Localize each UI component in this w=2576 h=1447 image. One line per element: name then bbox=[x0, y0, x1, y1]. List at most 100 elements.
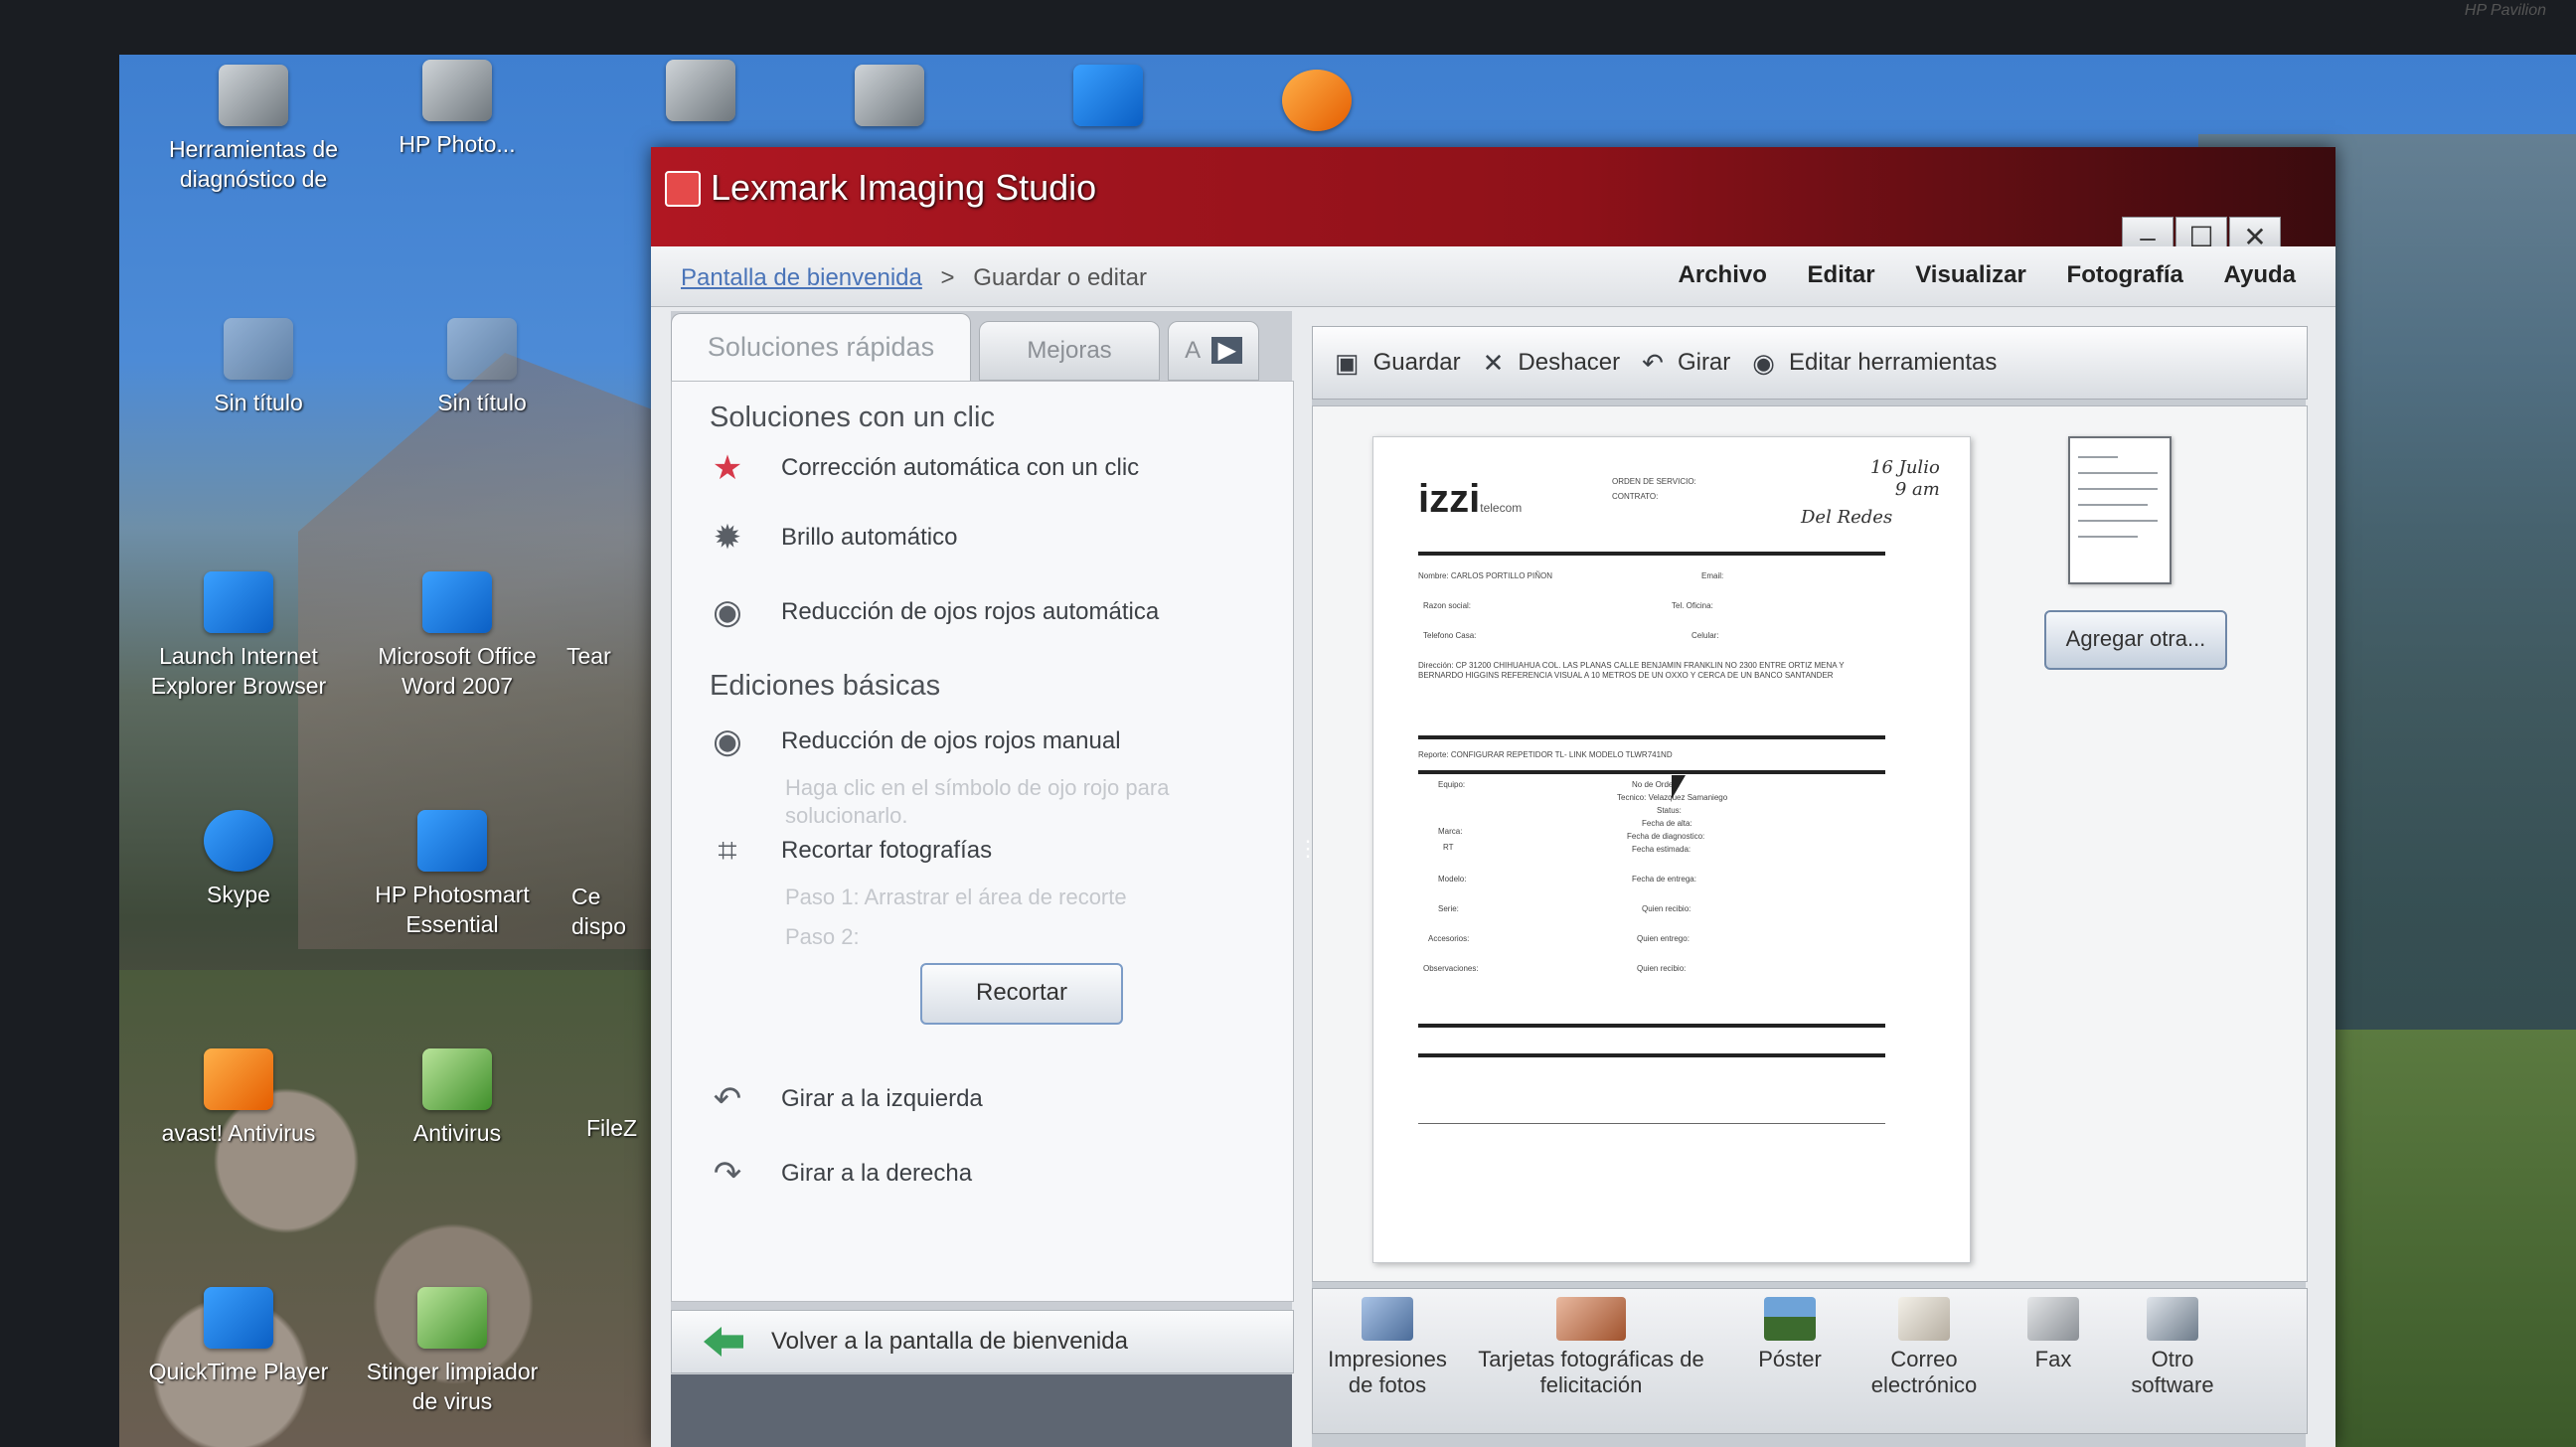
desktop-icon-4[interactable] bbox=[795, 65, 984, 134]
left-panel-footer bbox=[671, 1374, 1292, 1447]
doc-fecha-alta: Fecha de alta: bbox=[1642, 819, 1692, 828]
output-other-software[interactable]: Otro software bbox=[2108, 1297, 2237, 1398]
tab-soluciones-rapidas[interactable]: Soluciones rápidas bbox=[671, 313, 971, 384]
crop-item[interactable]: ⌗ Recortar fotografías bbox=[708, 829, 992, 873]
scanned-document: izzitelecom 16 Julio 9 am Del Redes ORDE… bbox=[1372, 436, 1971, 1263]
doc-rule bbox=[1418, 1053, 1885, 1057]
doc-rule bbox=[1418, 735, 1885, 739]
desktop-icon-herramientas[interactable]: Herramientas de diagnóstico de bbox=[159, 65, 348, 194]
doc-serie: Serie: bbox=[1438, 904, 1459, 913]
handwritten-note: Del Redes bbox=[1801, 507, 1893, 528]
doc-rule bbox=[1418, 1024, 1885, 1028]
desktop-icon-filez[interactable]: FileZ bbox=[586, 1113, 656, 1143]
panel-splitter-handle[interactable]: ⋮ bbox=[1297, 838, 1319, 883]
desktop-icon-ie[interactable]: Launch Internet Explorer Browser bbox=[144, 571, 333, 701]
avast-icon bbox=[204, 1048, 273, 1110]
back-to-welcome-button[interactable]: Volver a la pantalla de bienvenida bbox=[671, 1310, 1294, 1373]
manual-redeye-item[interactable]: ◉ Reducción de ojos rojos manual bbox=[708, 720, 1121, 763]
menu-ayuda[interactable]: Ayuda bbox=[2224, 261, 2296, 288]
tab-strip: Soluciones rápidas Mejoras A ▶ bbox=[671, 311, 1292, 384]
desktop-icon-hp-photo[interactable]: HP Photo... bbox=[363, 60, 552, 159]
quicktime-icon bbox=[204, 1287, 273, 1349]
tab-scroll-arrow-icon[interactable]: ▶ bbox=[1211, 337, 1242, 364]
app-icon bbox=[219, 65, 288, 126]
doc-report: Reporte: CONFIGURAR REPETIDOR TL- LINK M… bbox=[1418, 750, 1673, 759]
desktop-icon-word[interactable]: Microsoft Office Word 2007 bbox=[363, 571, 552, 701]
hp-photosmart-icon bbox=[417, 810, 487, 872]
rotate-left-icon: ↶ bbox=[713, 1080, 742, 1118]
desktop-icon-tear[interactable]: Tear bbox=[566, 641, 626, 671]
eye-icon: ◉ bbox=[1752, 347, 1775, 378]
add-another-button[interactable]: Agregar otra... bbox=[2044, 610, 2227, 670]
undo-button[interactable]: ✕ Deshacer bbox=[1483, 348, 1621, 379]
undo-label: Deshacer bbox=[1518, 349, 1621, 376]
auto-fix-item[interactable]: ★ Corrección automática con un clic bbox=[708, 446, 1139, 490]
manual-redeye-label: Reducción de ojos rojos manual bbox=[781, 727, 1121, 754]
lexmark-app-icon bbox=[665, 171, 701, 207]
desktop-icon-sin-titulo[interactable]: Sin título bbox=[164, 318, 353, 417]
output-photo-prints[interactable]: Impresiones de fotos bbox=[1323, 1297, 1452, 1398]
output-fax[interactable]: Fax bbox=[2009, 1297, 2098, 1372]
desktop-icon-quicktime[interactable]: QuickTime Player bbox=[144, 1287, 333, 1386]
tab-mejoras[interactable]: Mejoras bbox=[979, 321, 1160, 381]
editor-toolbar: ▣ Guardar ✕ Deshacer ↶ Girar ◉ Editar he… bbox=[1312, 326, 2308, 400]
menu-fotografia[interactable]: Fotografía bbox=[2067, 261, 2183, 288]
doc-tel-office: Tel. Oficina: bbox=[1672, 601, 1713, 610]
menu-archivo[interactable]: Archivo bbox=[1679, 261, 1767, 288]
crop-label: Recortar fotografías bbox=[781, 837, 993, 864]
save-button[interactable]: ▣ Guardar bbox=[1335, 348, 1461, 379]
auto-redeye-item[interactable]: ◉ Reducción de ojos rojos automática bbox=[708, 590, 1159, 634]
output-greeting-cards[interactable]: Tarjetas fotográficas de felicitación bbox=[1462, 1297, 1720, 1398]
desktop-icon-3[interactable] bbox=[606, 60, 795, 129]
output-options-bar: Impresiones de fotos Tarjetas fotográfic… bbox=[1312, 1288, 2308, 1434]
page-thumbnail[interactable] bbox=[2068, 436, 2172, 584]
rotate-button[interactable]: ↶ Girar bbox=[1642, 348, 1730, 379]
app-icon bbox=[855, 65, 924, 126]
menu-editar[interactable]: Editar bbox=[1808, 261, 1875, 288]
desktop-icon-chrome[interactable] bbox=[1222, 70, 1411, 139]
edit-tools-label: Editar herramientas bbox=[1788, 349, 1998, 376]
image-canvas[interactable]: izzitelecom 16 Julio 9 am Del Redes ORDE… bbox=[1312, 405, 2308, 1282]
auto-brightness-item[interactable]: ✹ Brillo automático bbox=[708, 516, 958, 560]
section-basic-edits: Ediciones básicas bbox=[710, 670, 941, 702]
desktop-icon-avast[interactable]: avast! Antivirus bbox=[144, 1048, 333, 1148]
tab-third[interactable]: A ▶ bbox=[1168, 321, 1259, 381]
rotate-right-item[interactable]: ↷ Girar a la derecha bbox=[708, 1152, 972, 1196]
doc-rule bbox=[1418, 552, 1885, 556]
breadcrumb-home-link[interactable]: Pantalla de bienvenida bbox=[681, 264, 922, 291]
desktop-icon-5[interactable] bbox=[1014, 65, 1203, 134]
word-icon bbox=[422, 571, 492, 633]
output-email[interactable]: Correo electrónico bbox=[1854, 1297, 1994, 1398]
app-icon bbox=[666, 60, 735, 121]
internet-explorer-icon bbox=[204, 571, 273, 633]
crop-step2-hint: Paso 2: bbox=[785, 924, 860, 949]
thumb-line bbox=[2078, 504, 2148, 506]
doc-name: Nombre: CARLOS PORTILLO PIÑON bbox=[1418, 571, 1552, 580]
thumbnail-strip: Agregar otra... bbox=[2028, 426, 2287, 1281]
window-title: Lexmark Imaging Studio bbox=[711, 167, 1097, 208]
rotate-left-item[interactable]: ↶ Girar a la izquierda bbox=[708, 1077, 983, 1121]
doc-marca: Marca: bbox=[1438, 827, 1463, 836]
order-label: ORDEN DE SERVICIO: bbox=[1612, 477, 1696, 486]
desktop-icon-sin-titulo-2[interactable]: Sin título bbox=[388, 318, 576, 417]
crop-step1-hint: Paso 1: Arrastrar el área de recorte bbox=[785, 884, 1127, 909]
stinger-icon bbox=[417, 1287, 487, 1349]
back-to-welcome-label: Volver a la pantalla de bienvenida bbox=[771, 1328, 1128, 1355]
menu-visualizar[interactable]: Visualizar bbox=[1915, 261, 2026, 288]
doc-quien-recibio: Quien recibio: bbox=[1642, 904, 1691, 913]
desktop-icon-ce[interactable]: Ce dispo bbox=[571, 882, 651, 941]
breadcrumb-bar: Pantalla de bienvenida > Guardar o edita… bbox=[651, 246, 2335, 307]
edit-tools-button[interactable]: ◉ Editar herramientas bbox=[1752, 348, 1997, 379]
doc-address: Dirección: CP 31200 CHIHUAHUA COL. LAS P… bbox=[1418, 661, 1845, 680]
app-icon bbox=[447, 318, 517, 380]
desktop-icon-hp-photosmart[interactable]: HP Photosmart Essential bbox=[358, 810, 547, 939]
title-bar[interactable]: Lexmark Imaging Studio – ☐ ✕ bbox=[651, 147, 2335, 260]
thumb-line bbox=[2078, 536, 2138, 538]
desktop-icon-antivirus[interactable]: Antivirus bbox=[363, 1048, 552, 1148]
crop-icon: ⌗ bbox=[718, 831, 737, 870]
desktop-icon-skype[interactable]: Skype bbox=[144, 810, 333, 909]
output-poster[interactable]: Póster bbox=[1740, 1297, 1840, 1372]
desktop-icon-stinger[interactable]: Stinger limpiador de virus bbox=[358, 1287, 547, 1416]
auto-redeye-label: Reducción de ojos rojos automática bbox=[781, 598, 1160, 625]
recortar-button[interactable]: Recortar bbox=[920, 963, 1123, 1025]
